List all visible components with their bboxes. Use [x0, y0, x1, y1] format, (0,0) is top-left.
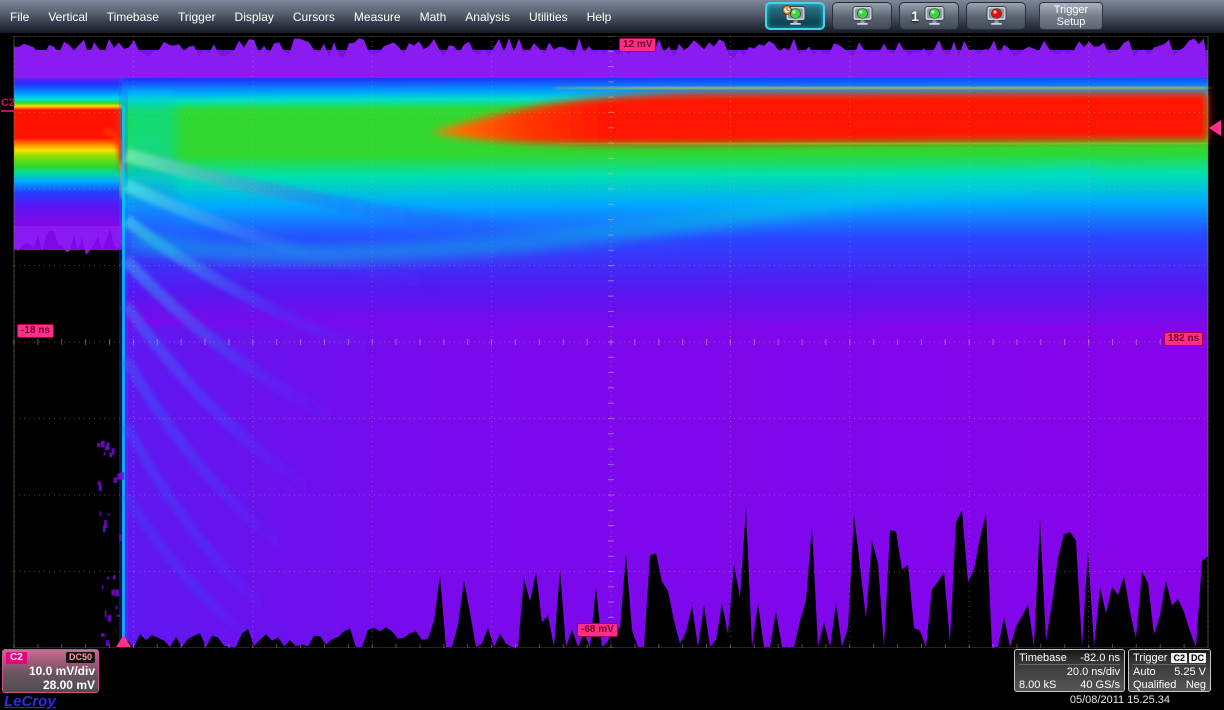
trace-pretrigger-band — [14, 50, 122, 250]
trigger-level-marker[interactable] — [1209, 120, 1221, 136]
stop-trigger-icon — [983, 5, 1009, 27]
timebase-samples: 8.00 kS — [1019, 679, 1056, 691]
menu-item-trigger[interactable]: Trigger — [178, 10, 216, 24]
menu-item-file[interactable]: File — [10, 10, 29, 24]
trigger-level: 5.25 V — [1174, 666, 1206, 678]
trigger-single-badge: 1 — [911, 9, 919, 23]
channel-scale: 10.0 mV/div — [6, 664, 95, 678]
menu-item-vertical[interactable]: Vertical — [48, 10, 87, 24]
timebase-delay: -82.0 ns — [1080, 652, 1120, 664]
datetime-display: 05/08/2011 15.25.34 — [1035, 694, 1170, 706]
menu-items: File Vertical Timebase Trigger Display Cursor… — [10, 0, 611, 33]
channel-name-badge: C2 — [6, 652, 27, 664]
menu-item-cursors[interactable]: Cursors — [293, 10, 335, 24]
trigger-descriptor[interactable]: Trigger C2 DC Auto 5.25 V Qualified Neg — [1128, 649, 1211, 692]
top-noise-band — [14, 38, 1208, 78]
top-axis-label: 12 mV — [619, 38, 656, 52]
trigger-toolbar: 1 TriggerSetup — [765, 2, 1103, 30]
trigger-setup-line2: Setup — [1040, 16, 1102, 28]
trigger-slope: Neg — [1186, 679, 1206, 691]
trigger-coupling-badge: DC — [1189, 653, 1206, 663]
waveform-display[interactable]: 12 mV -68 mV -18 ns 182 ns C2 — [0, 36, 1224, 648]
bottom-axis-label: -68 mV — [577, 623, 618, 637]
trigger-mode: Auto — [1133, 666, 1156, 678]
trigger-single-button[interactable]: 1 — [899, 2, 959, 30]
channel-offset-marker[interactable]: C2 — [1, 98, 15, 112]
menu-item-display[interactable]: Display — [235, 10, 274, 24]
trigger-label: Trigger — [1133, 652, 1167, 664]
menu-item-utilities[interactable]: Utilities — [529, 10, 568, 24]
menu-item-timebase[interactable]: Timebase — [107, 10, 159, 24]
trigger-auto-button[interactable] — [765, 2, 825, 30]
menu-item-math[interactable]: Math — [420, 10, 447, 24]
menu-item-analysis[interactable]: Analysis — [465, 10, 510, 24]
trigger-setup-line1: Trigger — [1040, 4, 1102, 16]
auto-trigger-icon — [782, 5, 808, 27]
menu-bar: File Vertical Timebase Trigger Display Cursor… — [0, 0, 1224, 33]
persistence-body — [122, 326, 1208, 647]
trigger-normal-button[interactable] — [832, 2, 892, 30]
timebase-descriptor[interactable]: Timebase -82.0 ns 20.0 ns/div 8.00 kS 40… — [1014, 649, 1125, 692]
timebase-rate: 40 GS/s — [1080, 679, 1120, 691]
channel-descriptor-c2[interactable]: C2 DC50 10.0 mV/div 28.00 mV — [2, 649, 99, 693]
trigger-stop-button[interactable] — [966, 2, 1026, 30]
trigger-source-badge: C2 — [1171, 653, 1187, 663]
right-axis-label: 182 ns — [1164, 332, 1203, 346]
trigger-type: Qualified — [1133, 679, 1176, 691]
channel-coupling-badge: DC50 — [66, 652, 95, 663]
left-axis-label: -18 ns — [17, 324, 54, 338]
timebase-label: Timebase — [1019, 652, 1067, 664]
timebase-scale: 20.0 ns/div — [1067, 666, 1120, 678]
persistence-waveform — [0, 36, 1224, 648]
menu-item-help[interactable]: Help — [587, 10, 612, 24]
trigger-setup-button[interactable]: TriggerSetup — [1039, 2, 1103, 30]
single-trigger-icon — [921, 5, 947, 27]
channel-offset: 28.00 mV — [6, 678, 95, 692]
status-bar: C2 DC50 10.0 mV/div 28.00 mV LeCroy Time… — [0, 648, 1224, 710]
menu-item-measure[interactable]: Measure — [354, 10, 401, 24]
lecroy-logo: LeCroy — [4, 693, 56, 710]
normal-trigger-icon — [849, 5, 875, 27]
